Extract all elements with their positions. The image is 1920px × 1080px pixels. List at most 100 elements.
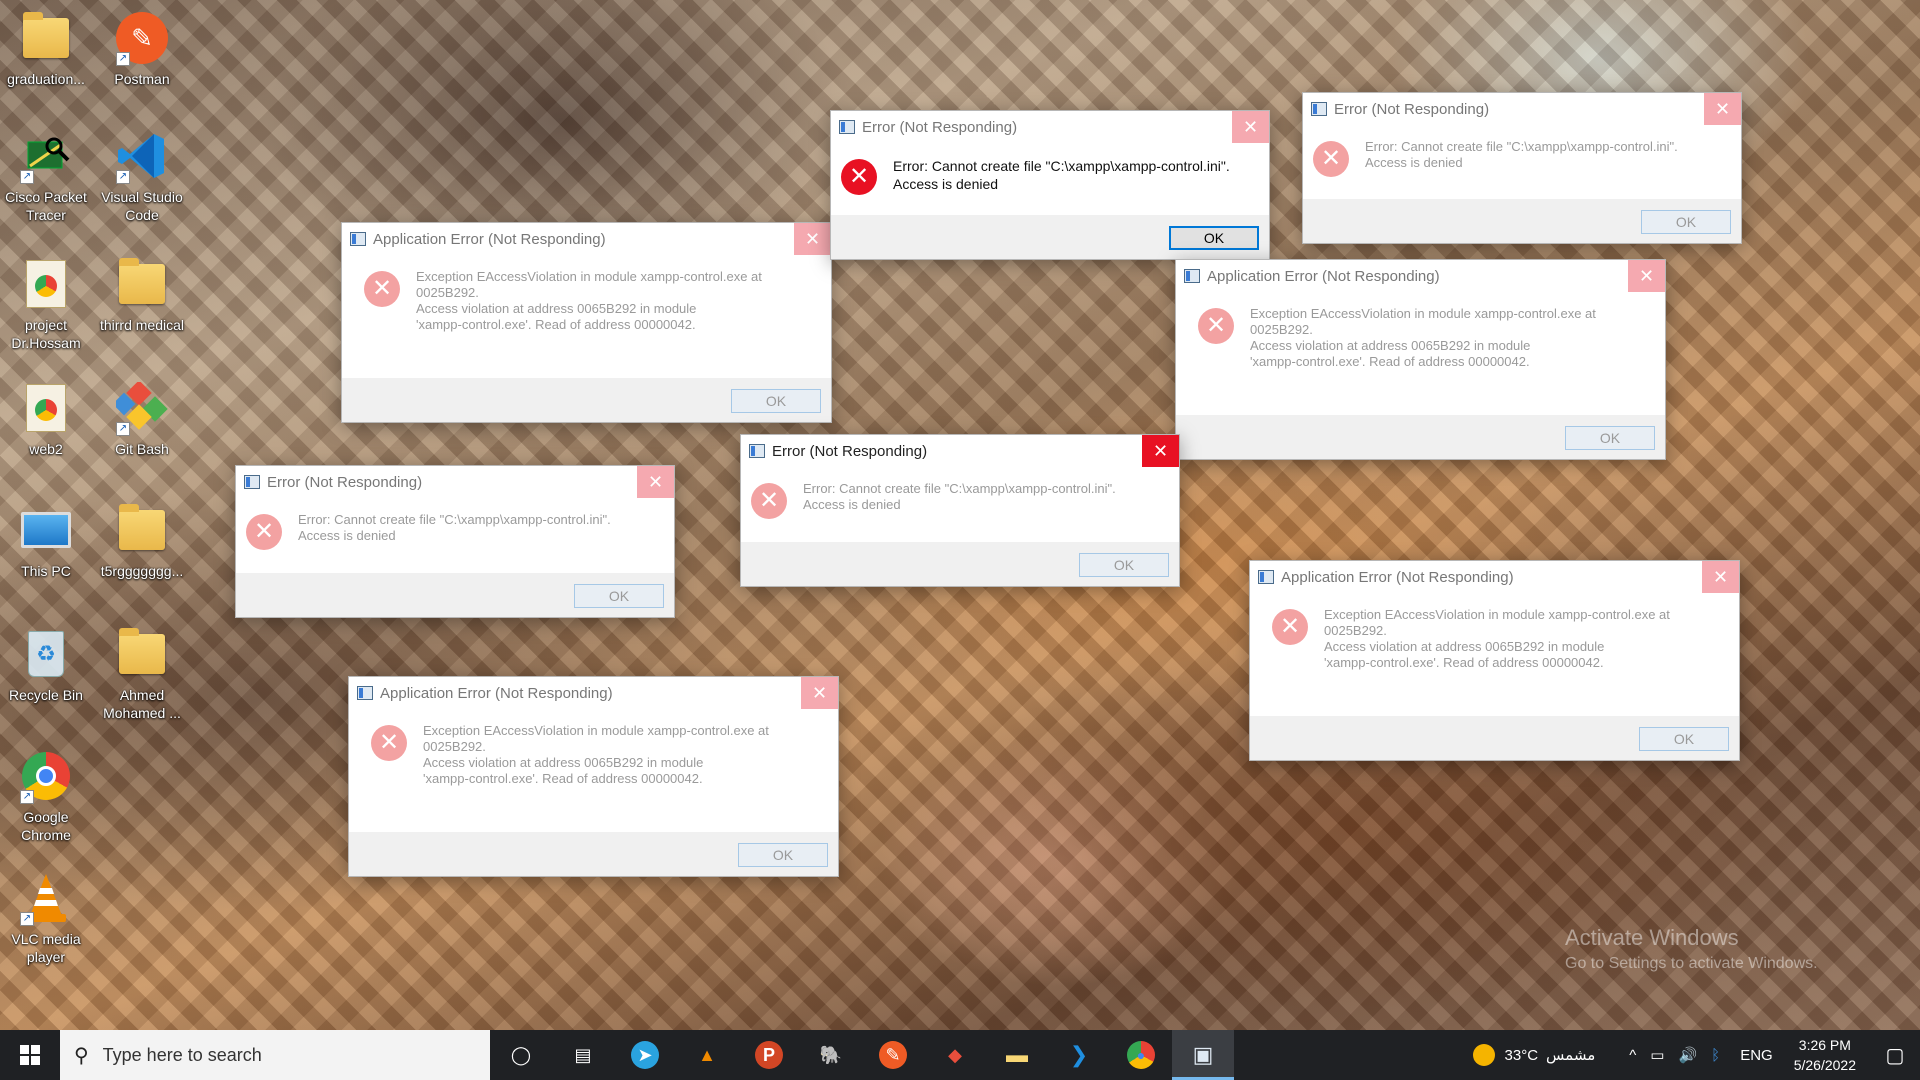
ok-button[interactable]: OK [1639,727,1729,751]
bluetooth-indicator[interactable]: ᛒ [1704,1047,1727,1064]
desktop-icon-label: VLC media player [11,931,81,965]
ok-button[interactable]: OK [1169,226,1259,250]
error-dialog-active[interactable]: Error (Not Responding) ✕ ✕ Error: Cannot… [830,110,1270,260]
app-error-dialog[interactable]: Application Error (Not Responding) ✕ ✕ E… [348,676,839,877]
close-button[interactable]: ✕ [1232,111,1269,143]
dialog-title: Error (Not Responding) [772,442,928,460]
dialog-titlebar[interactable]: Error (Not Responding) ✕ [1303,93,1741,125]
desktop-icon-label: project Dr.Hossam [11,317,81,351]
dialog-titlebar[interactable]: Application Error (Not Responding) ✕ [1176,260,1665,292]
ok-button[interactable]: OK [738,843,828,867]
desktop-icon-thirrd-medical[interactable]: thirrd medical [96,256,188,334]
dialog-titlebar[interactable]: Error (Not Responding) ✕ [741,435,1179,467]
chrome-icon: ● [1127,1041,1155,1069]
chrome-html-icon [26,384,66,432]
xampp-app-icon [244,475,260,489]
close-button[interactable]: ✕ [1628,260,1665,292]
xampp-app-icon [839,120,855,134]
error-icon: ✕ [364,271,400,307]
desktop-icon-graduation[interactable]: graduation... [0,10,92,88]
ok-button[interactable]: OK [1565,426,1655,450]
desktop-icon-cisco-packet-tracer[interactable]: ↗ Cisco Packet Tracer [0,128,92,224]
error-dialog[interactable]: Error (Not Responding) ✕ ✕ Error: Cannot… [1302,92,1742,244]
desktop-icon-postman[interactable]: ✎ ↗ Postman [96,10,188,88]
taskbar-vlc[interactable]: ▲ [676,1030,738,1080]
error-dialog-focused[interactable]: Error (Not Responding) ✕ ✕ Error: Cannot… [740,434,1180,587]
desktop-icon-project-drhossam[interactable]: project Dr.Hossam [0,256,92,352]
taskbar-postgresql[interactable]: 🐘 [800,1030,862,1080]
close-button[interactable]: ✕ [794,223,831,255]
taskbar-postman[interactable]: ✎ [862,1030,924,1080]
ok-button[interactable]: OK [574,584,664,608]
shortcut-arrow-icon: ↗ [20,912,34,926]
app-error-dialog[interactable]: Application Error (Not Responding) ✕ ✕ E… [341,222,832,423]
activate-windows-watermark: Activate Windows Go to Settings to activ… [1565,925,1818,973]
dialog-titlebar[interactable]: Error (Not Responding) ✕ [236,466,674,498]
dialog-message: Exception EAccessViolation in module xam… [1324,607,1670,670]
dialog-title: Error (Not Responding) [267,473,423,491]
action-center-button[interactable]: ▢ [1870,1043,1920,1068]
shortcut-arrow-icon: ↗ [116,422,130,436]
taskbar-xampp[interactable]: ▣ [1172,1030,1234,1080]
watermark-subtitle: Go to Settings to activate Windows. [1565,955,1818,972]
taskbar-cortana[interactable]: ◯ [490,1030,552,1080]
close-button[interactable]: ✕ [1704,93,1741,125]
search-icon: ⚲ [74,1044,89,1067]
powerpoint-icon: P [755,1041,783,1069]
desktop-icon-recycle-bin[interactable]: ♻ Recycle Bin [0,626,92,704]
show-hidden-icons-button[interactable]: ^ [1622,1047,1643,1064]
dialog-titlebar[interactable]: Error (Not Responding) ✕ [831,111,1269,143]
close-button[interactable]: ✕ [637,466,674,498]
dialog-titlebar[interactable]: Application Error (Not Responding) ✕ [1250,561,1739,593]
app-error-dialog[interactable]: Application Error (Not Responding) ✕ ✕ E… [1249,560,1740,761]
dialog-title: Error (Not Responding) [1334,100,1490,118]
desktop-icon-ahmed-mohamed[interactable]: Ahmed Mohamed ... [96,626,188,722]
shortcut-arrow-icon: ↗ [20,790,34,804]
dialog-titlebar[interactable]: Application Error (Not Responding) ✕ [342,223,831,255]
desktop-icon-label: Visual Studio Code [101,189,183,223]
xampp-icon: ▣ [1192,1042,1214,1067]
ok-button[interactable]: OK [1079,553,1169,577]
weather-widget[interactable]: 33°C مشمس [1466,1044,1603,1066]
desktop-icon-t5rggggggg[interactable]: t5rggggggg... [96,502,188,580]
bluetooth-icon: ᛒ [1711,1046,1721,1064]
xampp-app-icon [749,444,765,458]
weather-temp: 33°C [1504,1046,1539,1064]
chrome-html-icon [26,260,66,308]
desktop-icon-web2[interactable]: web2 [0,380,92,458]
taskbar-clock[interactable]: 3:26 PM 5/26/2022 [1780,1035,1870,1075]
desktop-icon-git-bash[interactable]: ↗ Git Bash [96,380,188,458]
volume-indicator[interactable]: 🔊 [1671,1046,1704,1064]
ok-button[interactable]: OK [731,389,821,413]
taskbar-file-explorer[interactable]: ▬ [986,1030,1048,1080]
vlc-icon: ▲ [698,1044,716,1065]
taskbar-search-box[interactable]: ⚲ Type here to search [60,1030,490,1080]
close-button[interactable]: ✕ [801,677,838,709]
taskbar-telegram[interactable]: ➤ [614,1030,676,1080]
close-button[interactable]: ✕ [1702,561,1739,593]
desktop-icon-vlc[interactable]: ↗ VLC media player [0,870,92,966]
taskbar-chrome[interactable]: ● [1110,1030,1172,1080]
app-error-dialog[interactable]: Application Error (Not Responding) ✕ ✕ E… [1175,259,1666,460]
ok-button[interactable]: OK [1641,210,1731,234]
close-button[interactable]: ✕ [1142,435,1179,467]
taskbar-powerpoint[interactable]: P [738,1030,800,1080]
error-icon: ✕ [371,725,407,761]
desktop-icon-label: This PC [21,563,71,579]
taskbar-task-view[interactable]: ▤ [552,1030,614,1080]
desktop-icon-this-pc[interactable]: This PC [0,502,92,580]
taskbar-vscode[interactable]: ❯ [1048,1030,1110,1080]
error-dialog[interactable]: Error (Not Responding) ✕ ✕ Error: Cannot… [235,465,675,618]
dialog-message: Error: Cannot create file "C:\xampp\xamp… [298,512,611,543]
start-button[interactable] [0,1030,60,1080]
desktop-icon-google-chrome[interactable]: ↗ Google Chrome [0,748,92,844]
dialog-titlebar[interactable]: Application Error (Not Responding) ✕ [349,677,838,709]
dialog-footer: OK [342,378,831,422]
file-explorer-icon: ▬ [1006,1042,1028,1067]
taskbar-git[interactable]: ◆ [924,1030,986,1080]
desktop-icon-label: graduation... [7,71,85,87]
battery-indicator[interactable]: ▭ [1643,1046,1671,1064]
input-language[interactable]: ENG [1733,1047,1780,1064]
desktop-icon-vscode[interactable]: ↗ Visual Studio Code [96,128,188,224]
shortcut-arrow-icon: ↗ [116,170,130,184]
